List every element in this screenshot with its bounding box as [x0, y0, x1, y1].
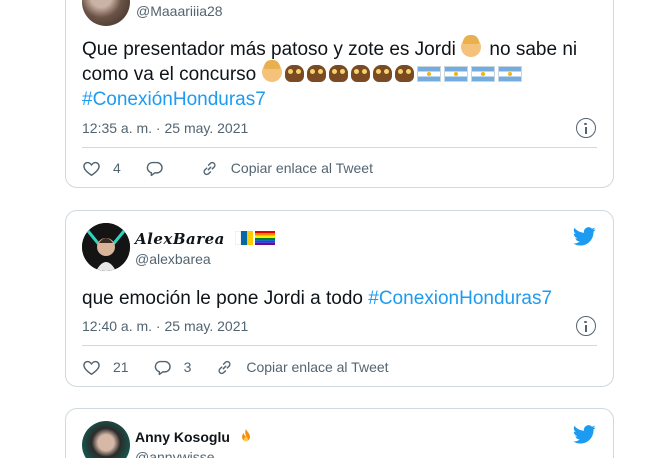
person-shrugging-icon [261, 60, 282, 82]
owl-icon [328, 65, 348, 82]
reply-button[interactable] [145, 159, 176, 178]
info-icon[interactable] [576, 118, 596, 138]
flag-argentina-icon [443, 66, 468, 82]
name-emoji-flags [234, 230, 275, 246]
heart-icon [83, 360, 100, 375]
flag-argentina-icon [470, 66, 495, 82]
hashtag-link[interactable]: #ConexiónHonduras7 [82, 89, 266, 110]
tweet-card[interactable]: @Maaariiia28 Que presentador más patoso … [65, 0, 614, 188]
reply-count: 3 [183, 359, 192, 375]
display-name-text: AlexBarea [135, 230, 225, 248]
user-handle[interactable]: @annywisse [135, 449, 215, 458]
copy-link-label: Copiar enlace al Tweet [246, 359, 389, 375]
twitter-bird-icon[interactable] [573, 425, 596, 444]
link-icon [203, 161, 216, 175]
copy-link-label: Copiar enlace al Tweet [230, 160, 373, 176]
divider [82, 345, 597, 346]
like-count: 4 [113, 160, 121, 176]
tweet-timestamp[interactable]: 12:35 a. m. · 25 may. 2021 [82, 120, 248, 136]
tweet-actions: 4 Copiar enlace al Tweet [82, 155, 597, 181]
avatar[interactable] [82, 421, 130, 458]
like-button[interactable]: 4 [82, 159, 121, 178]
flag-argentina-icon [416, 66, 441, 82]
tweet-text: Que presentador más patoso y zote es Jor… [82, 35, 602, 112]
tweet-text: que emoción le pone Jordi a todo #Conexi… [82, 286, 602, 311]
user-handle[interactable]: @Maaariiia28 [136, 3, 223, 19]
info-icon[interactable] [576, 316, 596, 336]
like-button[interactable]: 21 [82, 358, 129, 377]
owl-icon [284, 65, 304, 82]
copy-link-button[interactable]: Copiar enlace al Tweet [200, 159, 373, 178]
avatar[interactable] [82, 223, 130, 271]
reply-icon [154, 360, 171, 375]
link-icon [218, 360, 231, 374]
flag-argentina-icon [497, 66, 522, 82]
tweet-timestamp[interactable]: 12:40 a. m. · 25 may. 2021 [82, 318, 248, 334]
owl-icon [372, 65, 392, 82]
reply-icon [146, 161, 163, 176]
display-name[interactable]: Anny Kosoglu [135, 428, 254, 445]
display-name-text: Anny Kosoglu [135, 429, 230, 445]
display-name[interactable]: AlexBarea [135, 230, 275, 248]
tweet-card[interactable]: Anny Kosoglu @annywisse [65, 408, 614, 458]
copy-link-button[interactable]: Copiar enlace al Tweet [215, 358, 389, 377]
hashtag-link[interactable]: #ConexionHonduras7 [368, 288, 552, 309]
reply-button[interactable]: 3 [153, 358, 192, 377]
tweet-text-body: que emoción le pone Jordi a todo [82, 288, 369, 309]
owl-icon [350, 65, 370, 82]
tweet-card[interactable]: AlexBarea @alexbarea que emoción le pone… [65, 210, 614, 387]
tweet-text-part-1: Que presentador más patoso y zote es Jor… [82, 39, 462, 60]
owl-icon [394, 65, 414, 82]
avatar[interactable] [82, 0, 130, 26]
owl-icon [306, 65, 326, 82]
divider [82, 147, 597, 148]
heart-icon [83, 161, 100, 176]
tweet-actions: 21 3 Copiar enlace al Tweet [82, 354, 597, 380]
person-facepalming-icon [461, 35, 482, 57]
fire-icon [241, 429, 250, 442]
user-handle[interactable]: @alexbarea [135, 251, 211, 267]
like-count: 21 [113, 359, 129, 375]
avatar-illustration [82, 223, 130, 271]
twitter-bird-icon[interactable] [573, 227, 596, 246]
